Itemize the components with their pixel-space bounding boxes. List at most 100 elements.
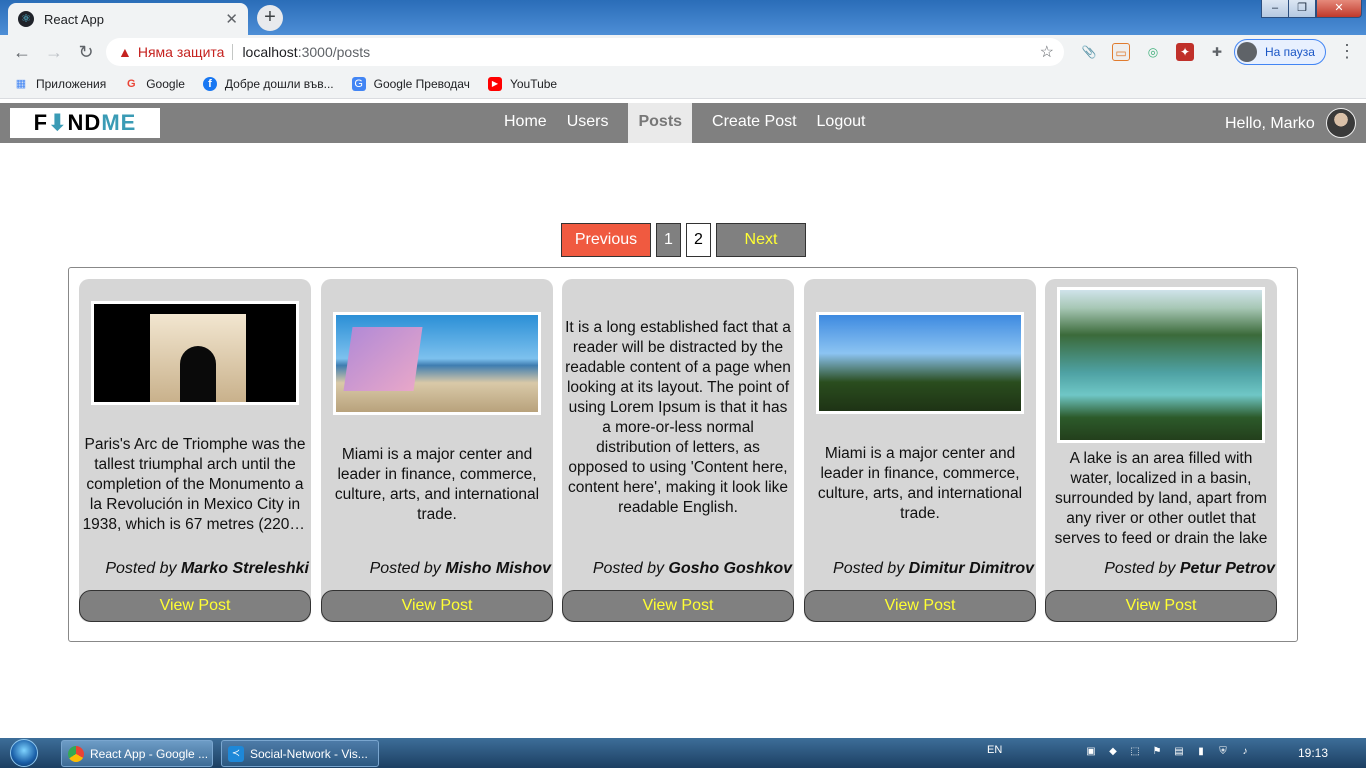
view-post-button[interactable]: View Post (321, 590, 553, 622)
post-text: It is a long established fact that a rea… (565, 319, 791, 516)
post-body: Miami is a major center and leader in fi… (804, 279, 1036, 557)
findme-logo[interactable]: F ⬇ ND ME (10, 108, 160, 138)
reload-icon[interactable]: ↻ (70, 42, 102, 63)
tray-app-icon[interactable]: ▣ (1084, 745, 1098, 759)
post-text: Paris's Arc de Triomphe was the tallest … (82, 436, 308, 533)
nav-users[interactable]: Users (557, 103, 619, 143)
logo-letters-accent: ME (101, 110, 137, 135)
view-post-button[interactable]: View Post (79, 590, 311, 622)
bookmark-star-icon[interactable]: ☆ (1040, 42, 1054, 62)
warning-icon: ▲ (118, 44, 132, 60)
browser-tab[interactable]: ⚛ React App ✕ (8, 3, 248, 35)
dropbox-icon[interactable]: ◆ (1106, 745, 1120, 759)
taskbar-item-vscode[interactable]: ≺ Social-Network - Vis... (221, 740, 379, 767)
post-body: It is a long established fact that a rea… (562, 279, 794, 557)
pagination: Previous 1 2 Next (561, 223, 806, 257)
bookmark-apps[interactable]: ▦ Приложения (14, 77, 106, 91)
next-button[interactable]: Next (716, 223, 806, 257)
post-author: Dimitur Dimitrov (908, 560, 1034, 577)
page-2-button[interactable]: 2 (686, 223, 711, 257)
signal-icon[interactable]: ▮ (1194, 745, 1208, 759)
security-icon[interactable]: ⛨ (1216, 745, 1230, 759)
taskbar-item-chrome[interactable]: React App - Google ... (61, 740, 213, 767)
post-author-line: Posted by Marko Streleshki (105, 560, 309, 578)
taskbar-item-label: Social-Network - Vis... (250, 746, 368, 761)
bookmark-google-translate[interactable]: G Google Преводач (351, 76, 470, 91)
facebook-icon: f (202, 76, 217, 91)
previous-button[interactable]: Previous (561, 223, 651, 257)
bookmarks-bar: ▦ Приложения G Google f Добре дошли във.… (0, 69, 1366, 99)
post-text: A lake is an area filled with water, loc… (1054, 450, 1268, 547)
nav-logout[interactable]: Logout (807, 103, 876, 143)
post-card: A lake is an area filled with water, loc… (1045, 279, 1277, 622)
bookmark-label: Google Преводач (373, 76, 470, 91)
extension-ring-icon[interactable]: ◎ (1144, 43, 1162, 61)
posted-by-label: Posted by (833, 560, 905, 577)
extension-calendar-icon[interactable]: ▭ (1112, 43, 1130, 61)
view-post-button[interactable]: View Post (804, 590, 1036, 622)
language-indicator[interactable]: EN (987, 744, 1002, 756)
main-nav: Home Users Posts Create Post Logout (494, 103, 875, 143)
google-icon: G (126, 77, 136, 90)
puzzle-extensions-icon[interactable]: ✚ (1208, 43, 1226, 61)
post-body: Paris's Arc de Triomphe was the tallest … (79, 279, 311, 557)
close-icon[interactable]: ✕ (225, 10, 238, 28)
view-post-button[interactable]: View Post (562, 590, 794, 622)
back-arrow-icon[interactable]: ← (6, 42, 38, 63)
posted-by-label: Posted by (105, 560, 177, 577)
post-text: Miami is a major center and leader in fi… (817, 445, 1023, 522)
url-rest: :3000/posts (297, 44, 371, 60)
extension-clip-icon[interactable]: 📎 (1080, 43, 1098, 61)
posted-by-label: Posted by (1104, 560, 1176, 577)
network-share-icon[interactable]: ⬚ (1128, 745, 1142, 759)
flag-icon[interactable]: ⚑ (1150, 745, 1164, 759)
bookmark-label: Google (146, 76, 185, 91)
app-navbar: F ⬇ ND ME Home Users Posts Create Post Logo… (0, 103, 1366, 143)
browser-toolbar: ← → ↻ ▲ Няма защита localhost:3000/posts… (0, 35, 1366, 69)
battery-icon[interactable]: ▤ (1172, 745, 1186, 759)
bookmark-youtube[interactable]: ▶ YouTube (487, 76, 557, 91)
vscode-icon: ≺ (228, 745, 244, 762)
maximize-button[interactable]: ❐ (1288, 0, 1316, 18)
bookmark-label: Добре дошли във... (224, 76, 334, 91)
address-bar[interactable]: ▲ Няма защита localhost:3000/posts ☆ (106, 38, 1064, 66)
post-card: Miami is a major center and leader in fi… (321, 279, 553, 622)
post-body: A lake is an area filled with water, loc… (1045, 279, 1277, 557)
lake-photo (1057, 287, 1265, 443)
arc-de-triomphe-photo (91, 301, 299, 405)
miami-lifeguard-tower-photo (333, 311, 541, 415)
posted-by-label: Posted by (369, 560, 441, 577)
new-tab-button[interactable]: + (257, 5, 283, 31)
not-secure-label[interactable]: Няма защита (138, 44, 225, 60)
bookmark-google[interactable]: G Google (124, 77, 185, 91)
view-post-button[interactable]: View Post (1045, 590, 1277, 622)
forward-arrow-icon[interactable]: → (38, 42, 70, 63)
volume-icon[interactable]: ♪ (1238, 745, 1252, 759)
more-menu-icon[interactable]: ⋮ (1338, 41, 1356, 62)
page-1-button[interactable]: 1 (656, 223, 681, 257)
avatar[interactable] (1326, 108, 1356, 138)
post-author: Gosho Goshkov (668, 560, 792, 577)
minimize-button[interactable]: – (1261, 0, 1289, 18)
nav-create-post[interactable]: Create Post (702, 103, 806, 143)
start-button[interactable] (4, 738, 46, 768)
logo-letters: ND (67, 110, 102, 135)
posts-grid: Paris's Arc de Triomphe was the tallest … (68, 267, 1298, 642)
window-close-button[interactable]: ✕ (1316, 0, 1362, 18)
bookmark-facebook[interactable]: f Добре дошли във... (202, 76, 334, 91)
post-author: Misho Mishov (445, 560, 551, 577)
nav-posts[interactable]: Posts (628, 103, 693, 143)
extension-red-icon[interactable]: ✦ (1176, 43, 1194, 61)
miami-palm-trees-photo (816, 312, 1024, 414)
tab-title: React App (44, 11, 104, 27)
post-card: It is a long established fact that a rea… (562, 279, 794, 622)
post-author-line: Posted by Misho Mishov (370, 560, 551, 578)
profile-button[interactable]: На пауза (1234, 39, 1326, 65)
youtube-icon: ▶ (487, 76, 502, 91)
taskbar-clock[interactable]: 19:13 (1298, 746, 1328, 760)
map-pin-icon: ⬇ (48, 110, 68, 135)
divider (232, 44, 234, 60)
post-author: Marko Streleshki (180, 560, 309, 577)
taskbar-item-label: React App - Google ... (90, 746, 209, 761)
nav-home[interactable]: Home (494, 103, 557, 143)
